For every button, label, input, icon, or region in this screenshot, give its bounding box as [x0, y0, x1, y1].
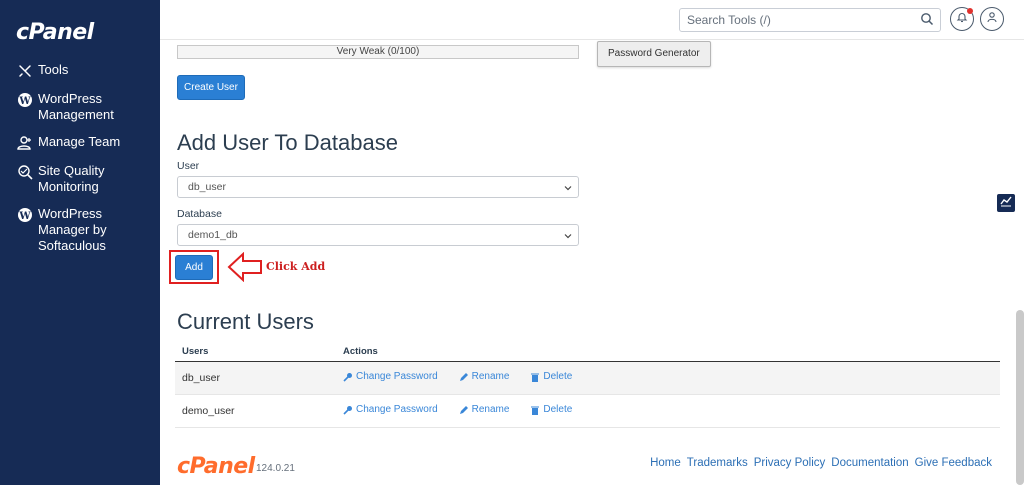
database-select[interactable]: demo1_db — [177, 224, 579, 246]
trash-icon — [531, 406, 540, 415]
sidebar-item-label: WordPress Manager by Softaculous — [38, 206, 107, 253]
pencil-icon — [459, 372, 468, 381]
user-cell: demo_user — [182, 405, 235, 417]
rename-label: Rename — [471, 371, 510, 383]
notifications-button[interactable] — [950, 7, 974, 31]
footer-link-feedback[interactable]: Give Feedback — [915, 457, 992, 469]
password-strength-meter: Very Weak (0/100) — [177, 45, 579, 59]
sidebar-item-label: Tools — [38, 62, 69, 77]
pencil-icon — [459, 405, 468, 414]
sidebar-item-wordpress-softaculous[interactable]: W WordPress Manager by Softaculous — [0, 206, 160, 254]
analytics-widget-button[interactable] — [997, 194, 1015, 212]
create-user-button[interactable]: Create User — [177, 75, 245, 100]
users-table: Users Actions db_user Change Password Re… — [175, 342, 1000, 428]
bell-icon — [956, 10, 968, 28]
search-input[interactable]: Search Tools (/) — [679, 8, 941, 32]
table-row: demo_user Change Password Rename Delete — [175, 395, 1000, 428]
key-icon — [343, 405, 352, 415]
site-quality-icon — [16, 163, 34, 181]
footer-link-privacy[interactable]: Privacy Policy — [754, 457, 826, 469]
wordpress-icon: W — [16, 91, 34, 109]
rename-link[interactable]: Rename — [459, 371, 510, 383]
table-header: Users Actions — [175, 342, 1000, 362]
current-users-title: Current Users — [177, 309, 314, 334]
rename-link[interactable]: Rename — [459, 404, 510, 416]
key-icon — [343, 372, 352, 382]
footer-link-documentation[interactable]: Documentation — [831, 457, 908, 469]
add-user-title: Add User To Database — [177, 130, 398, 155]
topbar: Search Tools (/) — [160, 0, 1024, 40]
delete-link[interactable]: Delete — [530, 404, 572, 415]
sidebar: cPanel Tools W WordPress Management Mana… — [0, 0, 160, 485]
sidebar-item-manage-team[interactable]: Manage Team — [0, 134, 160, 152]
svg-text:W: W — [18, 211, 31, 222]
chevron-down-icon — [564, 231, 572, 243]
sidebar-nav: Tools W WordPress Management Manage Team… — [0, 62, 160, 265]
rename-label: Rename — [471, 404, 510, 416]
footer-cpanel-logo[interactable]: cPanel — [177, 454, 255, 479]
search-placeholder: Search Tools (/) — [687, 13, 771, 27]
sidebar-item-site-quality[interactable]: Site Quality Monitoring — [0, 163, 160, 195]
password-generator-button[interactable]: Password Generator — [597, 41, 711, 67]
table-row: db_user Change Password Rename Delete — [175, 362, 1000, 395]
actions-cell: Change Password Rename Delete — [343, 371, 1000, 385]
change-password-link[interactable]: Change Password — [343, 371, 438, 382]
footer-version: 124.0.21 — [256, 463, 295, 474]
wordpress-icon: W — [16, 206, 34, 224]
user-select-value: db_user — [188, 181, 226, 193]
user-menu-button[interactable] — [980, 7, 1004, 31]
user-select[interactable]: db_user — [177, 176, 579, 198]
actions-cell: Change Password Rename Delete — [343, 404, 1000, 418]
trash-icon — [531, 373, 540, 382]
change-password-link[interactable]: Change Password — [343, 404, 438, 415]
delete-label: Delete — [543, 404, 573, 416]
footer-link-trademarks[interactable]: Trademarks — [687, 457, 748, 469]
footer-link-home[interactable]: Home — [650, 457, 681, 469]
user-label: User — [177, 160, 200, 172]
main-content: Very Weak (0/100) Password Generator Cre… — [160, 41, 1016, 485]
change-password-label: Change Password — [356, 371, 438, 383]
user-icon — [986, 10, 998, 28]
column-header-actions: Actions — [343, 346, 378, 357]
annotation-text: Click Add — [266, 260, 326, 273]
sidebar-item-tools[interactable]: Tools — [0, 62, 160, 80]
database-select-value: demo1_db — [188, 229, 238, 241]
database-label: Database — [177, 208, 222, 220]
search-icon[interactable] — [920, 12, 934, 29]
sidebar-item-label: Site Quality Monitoring — [38, 163, 105, 194]
chevron-down-icon — [564, 183, 572, 195]
delete-label: Delete — [543, 371, 573, 383]
sidebar-item-label: Manage Team — [38, 134, 121, 149]
page-scrollbar[interactable] — [1016, 310, 1024, 485]
footer-links: Home Trademarks Privacy Policy Documenta… — [650, 457, 992, 469]
add-button[interactable]: Add — [175, 255, 213, 280]
column-header-users: Users — [182, 346, 209, 357]
tools-icon — [16, 62, 34, 80]
left-arrow-icon — [227, 251, 263, 287]
delete-link[interactable]: Delete — [530, 371, 572, 382]
svg-text:W: W — [18, 96, 31, 107]
sidebar-item-wordpress-management[interactable]: W WordPress Management — [0, 91, 160, 123]
trend-chart-icon — [1000, 194, 1012, 212]
user-cell: db_user — [182, 372, 220, 384]
notification-dot — [967, 8, 973, 14]
team-icon — [16, 134, 34, 152]
cpanel-logo[interactable]: cPanel — [16, 20, 94, 45]
change-password-label: Change Password — [356, 404, 438, 416]
sidebar-item-label: WordPress Management — [38, 91, 114, 122]
